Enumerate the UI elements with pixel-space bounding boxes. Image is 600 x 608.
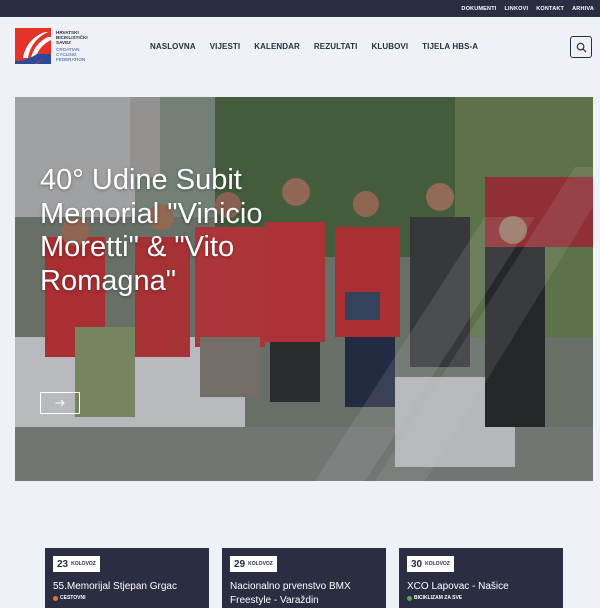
event-card[interactable]: 29 KOLOVOZ Nacionalno prvenstvo BMX Free… (222, 548, 386, 608)
nav-item-rezultati[interactable]: REZULTATI (314, 42, 358, 51)
topbar-link-kontakt[interactable]: KONTAKT (536, 6, 564, 12)
event-card[interactable]: 23 KOLOVOZ 55.Memorijal Stjepan Grgac CE… (45, 548, 209, 608)
event-card[interactable]: 30 KOLOVOZ XCO Lapovac - Našice BICIKLIZ… (399, 548, 563, 608)
event-category-label: CESTOVNI (60, 595, 86, 601)
main-nav: NASLOVNA VIJESTI KALENDAR REZULTATI KLUB… (150, 42, 478, 51)
event-title[interactable]: XCO Lapovac - Našice (407, 580, 557, 594)
topbar-link-linkovi[interactable]: LINKOVI (505, 6, 529, 12)
event-title[interactable]: Nacionalno prvenstvo BMX Freestyle - Var… (230, 580, 380, 608)
logo-sub-3: FEDERATION (56, 57, 86, 63)
event-month: KOLOVOZ (248, 561, 273, 567)
event-category-label: BICIKLIZAM ZA SVE (414, 595, 463, 601)
top-utility-bar: DOKUMENTI LINKOVI KONTAKT ARHIVA (0, 0, 600, 17)
hero-banner[interactable]: 40° Udine Subit Memorial "Vinicio Morett… (15, 97, 593, 481)
logo-text: HRVATSKI BICIKLISTIČKI SAVEZ CROATIAN CY… (56, 30, 106, 62)
hero-title[interactable]: 40° Udine Subit Memorial "Vinicio Morett… (40, 164, 290, 298)
event-date-badge: 29 KOLOVOZ (230, 556, 277, 572)
nav-item-tijela[interactable]: TIJELA HBS-A (422, 42, 478, 51)
hbs-logo[interactable] (15, 28, 51, 64)
nav-item-vijesti[interactable]: VIJESTI (210, 42, 241, 51)
nav-item-kalendar[interactable]: KALENDAR (254, 42, 300, 51)
event-date-badge: 23 KOLOVOZ (53, 556, 100, 572)
search-icon (576, 42, 587, 53)
logo-subtitle: CROATIAN CYCLING FEDERATION (56, 47, 106, 63)
event-date-badge: 30 KOLOVOZ (407, 556, 454, 572)
event-day: 30 (411, 558, 423, 570)
event-day: 23 (57, 558, 69, 570)
event-category: BICIKLIZAM ZA SVE (407, 595, 462, 601)
nav-item-naslovna[interactable]: NASLOVNA (150, 42, 196, 51)
event-title[interactable]: 55.Memorijal Stjepan Grgac (53, 580, 203, 594)
nav-item-klubovi[interactable]: KLUBOVI (371, 42, 408, 51)
event-category: CESTOVNI (53, 595, 85, 601)
topbar-link-dokumenti[interactable]: DOKUMENTI (461, 6, 496, 12)
logo-line-3: SAVEZ (56, 40, 71, 46)
event-month: KOLOVOZ (71, 561, 96, 567)
search-button[interactable] (570, 36, 592, 58)
topbar-link-arhiva[interactable]: ARHIVA (572, 6, 594, 12)
arrow-right-icon (55, 399, 65, 407)
event-month: KOLOVOZ (425, 561, 450, 567)
hero-read-more-button[interactable] (40, 392, 80, 414)
event-cards: 23 KOLOVOZ 55.Memorijal Stjepan Grgac CE… (45, 548, 565, 608)
event-day: 29 (234, 558, 246, 570)
site-header: HRVATSKI BICIKLISTIČKI SAVEZ CROATIAN CY… (0, 17, 600, 79)
